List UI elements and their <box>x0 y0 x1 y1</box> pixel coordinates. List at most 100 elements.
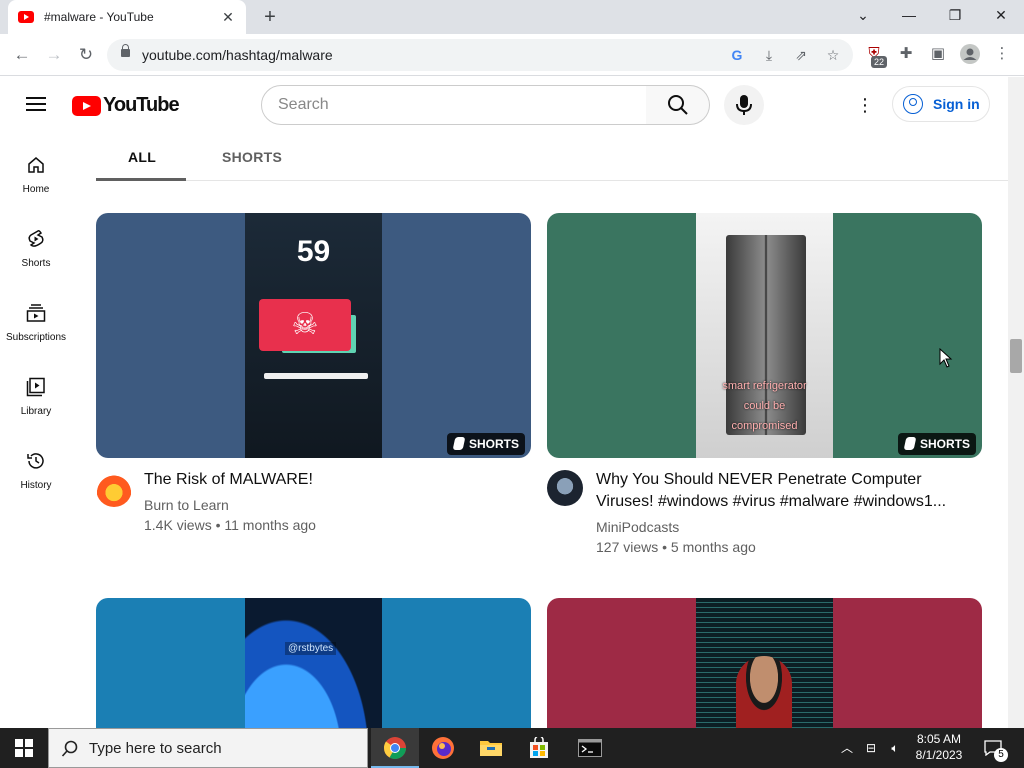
share-icon[interactable]: ⇗ <box>791 45 811 65</box>
sidebar-item-library[interactable]: Library <box>0 355 72 429</box>
video-title[interactable]: Why You Should NEVER Penetrate Computer … <box>596 469 946 513</box>
firefox-icon <box>432 737 454 759</box>
sidebar-item-subscriptions[interactable]: Subscriptions <box>0 281 72 355</box>
sidebar-item-home[interactable]: Home <box>0 133 72 207</box>
back-icon[interactable]: ← <box>8 41 36 69</box>
shorts-badge: SHORTS <box>897 433 976 455</box>
tab-title: #malware - YouTube <box>44 10 154 24</box>
scrollbar-thumb[interactable] <box>1010 339 1022 373</box>
volume-icon[interactable]: 🔈︎ <box>884 728 906 768</box>
restore-icon[interactable]: ❐ <box>932 0 978 30</box>
page-scrollbar[interactable] <box>1008 77 1024 728</box>
search-input[interactable]: Search <box>261 85 647 125</box>
clock-time: 8:05 AM <box>916 732 962 746</box>
account-icon <box>903 94 923 114</box>
active-tab-indicator <box>96 178 186 181</box>
reload-icon[interactable]: ↻ <box>72 41 100 69</box>
tray-overflow-icon[interactable]: ︿ <box>838 728 856 768</box>
sign-in-button[interactable]: Sign in <box>892 86 990 122</box>
sidebar-item-history[interactable]: History <box>0 429 72 503</box>
settings-menu-icon[interactable]: ⋮ <box>856 93 874 117</box>
store-icon <box>530 737 548 758</box>
voice-search-button[interactable] <box>724 85 764 125</box>
taskbar-clock[interactable]: 8:05 AM 8/1/2023 <box>908 728 970 768</box>
sidebar-item-shorts[interactable]: Shorts <box>0 207 72 281</box>
sidebar-item-label: Library <box>20 406 52 417</box>
video-thumbnail[interactable]: @rstbytes <box>96 598 531 728</box>
browser-tab[interactable]: #malware - YouTube ✕ <box>8 0 246 34</box>
channel-avatar[interactable] <box>96 471 132 507</box>
thumbnail-caption-line: could be <box>743 400 786 412</box>
subscriptions-icon <box>26 304 46 322</box>
sidebar-item-label: Shorts <box>21 258 51 269</box>
tab-close-icon[interactable]: ✕ <box>220 9 236 26</box>
search-button[interactable] <box>646 85 710 125</box>
folder-icon <box>480 741 502 756</box>
skull-icon: ☠ <box>259 299 351 351</box>
start-button[interactable] <box>0 728 48 768</box>
tab-all[interactable]: ALL <box>128 149 156 165</box>
taskbar-store[interactable] <box>515 728 563 768</box>
video-title[interactable]: The Risk of MALWARE! <box>144 469 313 491</box>
shorts-badge: SHORTS <box>446 433 525 455</box>
video-thumbnail[interactable] <box>547 598 982 728</box>
url-text[interactable]: youtube.com/hashtag/malware <box>142 47 333 63</box>
youtube-logo[interactable]: YouTube <box>72 94 180 117</box>
taskbar-firefox[interactable] <box>419 728 467 768</box>
video-thumbnail[interactable]: smart refrigerator could be compromised … <box>547 213 982 458</box>
chrome-icon <box>383 737 406 759</box>
sidebar-item-label: History <box>20 480 52 491</box>
video-thumbnail[interactable]: 59 ☠ SHORTS <box>96 213 531 458</box>
google-translate-icon[interactable]: G <box>727 45 747 65</box>
history-icon <box>27 453 44 469</box>
channel-avatar[interactable] <box>547 470 583 506</box>
browser-toolbar: ← → ↻ youtube.com/hashtag/malware G ⤓ ⇗ … <box>0 34 1024 76</box>
profile-icon[interactable] <box>957 41 983 67</box>
hashtag-tabs: ALL SHORTS <box>96 133 1008 181</box>
search-icon <box>61 740 78 757</box>
thumbnail-watermark: @rstbytes <box>285 642 337 655</box>
taskbar-search-input[interactable]: Type here to search <box>48 728 368 768</box>
minimize-icon[interactable]: ― <box>886 0 932 30</box>
windows-taskbar: Type here to search ︿ ⊟ 🔈︎ 8:05 AM 8/1/2… <box>0 728 1024 768</box>
bookmark-star-icon[interactable]: ☆ <box>823 45 843 65</box>
sidebar-item-label: Home <box>22 184 50 195</box>
install-icon[interactable]: ⤓ <box>759 45 779 65</box>
extension-badge: 22 <box>871 56 888 68</box>
extensions-puzzle-icon[interactable]: ✚ <box>893 41 919 67</box>
video-title-line: Why You Should NEVER Penetrate Computer <box>596 471 922 488</box>
forward-icon[interactable]: → <box>40 41 68 69</box>
notification-center-button[interactable]: 5 <box>980 728 1010 768</box>
taskbar-file-explorer[interactable] <box>467 728 515 768</box>
presenter-image <box>736 656 792 728</box>
video-meta: 127 views • 5 months ago <box>596 539 756 555</box>
tab-shorts[interactable]: SHORTS <box>222 149 282 165</box>
thumbnail-laptop-base <box>264 373 368 379</box>
browser-tab-strip: #malware - YouTube ✕ + ⌄ ― ❐ ✕ <box>0 0 1024 34</box>
sign-in-label: Sign in <box>933 96 980 112</box>
thumbnail-image: @rstbytes <box>245 598 382 728</box>
taskbar-terminal[interactable] <box>566 728 614 768</box>
close-icon[interactable]: ✕ <box>978 0 1024 30</box>
mouse-cursor-icon <box>939 348 953 368</box>
thumbnail-caption: smart refrigerator could be compromised <box>696 376 833 436</box>
library-icon <box>26 377 45 397</box>
taskbar-chrome[interactable] <box>371 728 419 768</box>
thumbnail-image: smart refrigerator could be compromised <box>696 213 833 458</box>
youtube-masthead: YouTube Search ⋮ Sign in <box>0 77 1008 133</box>
side-panel-icon[interactable]: ▣ <box>925 41 951 67</box>
address-bar[interactable]: youtube.com/hashtag/malware G ⤓ ⇗ ☆ <box>107 39 853 71</box>
tab-search-chevron-icon[interactable]: ⌄ <box>840 0 886 30</box>
channel-name[interactable]: Burn to Learn <box>144 497 229 513</box>
network-icon[interactable]: ⊟ <box>860 728 882 768</box>
lock-icon[interactable] <box>121 44 130 57</box>
channel-name[interactable]: MiniPodcasts <box>596 519 679 535</box>
chrome-menu-icon[interactable]: ⋮ <box>989 41 1015 67</box>
search-icon <box>668 95 688 115</box>
clock-date: 8/1/2023 <box>915 748 963 762</box>
new-tab-button[interactable]: + <box>258 5 282 29</box>
guide-menu-icon[interactable] <box>26 97 46 111</box>
thumbnail-counter: 59 <box>296 235 331 268</box>
notification-count-badge: 5 <box>994 748 1008 762</box>
windows-logo-icon <box>15 739 33 757</box>
